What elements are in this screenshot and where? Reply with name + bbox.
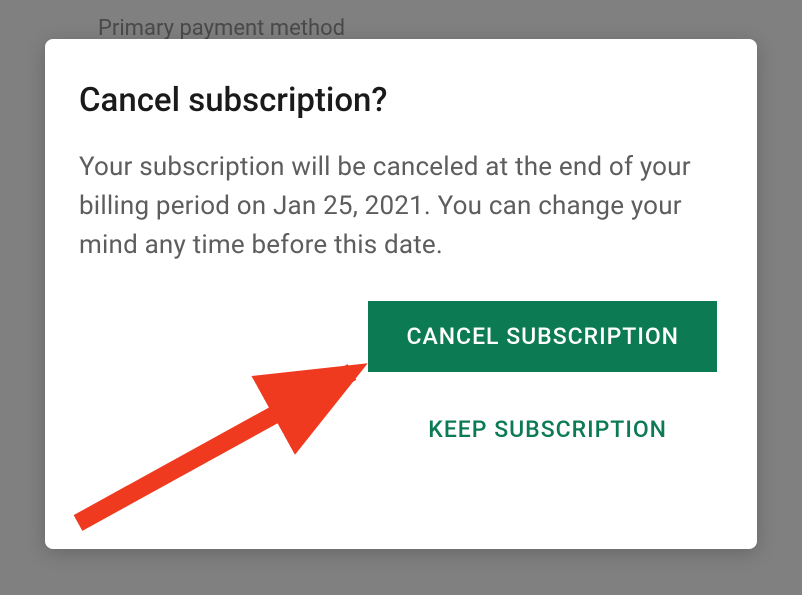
keep-subscription-button[interactable]: KEEP SUBSCRIPTION [400, 404, 695, 455]
cancel-subscription-dialog: Cancel subscription? Your subscription w… [45, 39, 757, 549]
dialog-button-container: CANCEL SUBSCRIPTION KEEP SUBSCRIPTION [79, 301, 723, 455]
dialog-title: Cancel subscription? [79, 81, 723, 120]
dialog-body-text: Your subscription will be canceled at th… [79, 148, 723, 265]
background-header-text: Primary payment method [98, 16, 345, 41]
cancel-subscription-button[interactable]: CANCEL SUBSCRIPTION [368, 301, 717, 372]
